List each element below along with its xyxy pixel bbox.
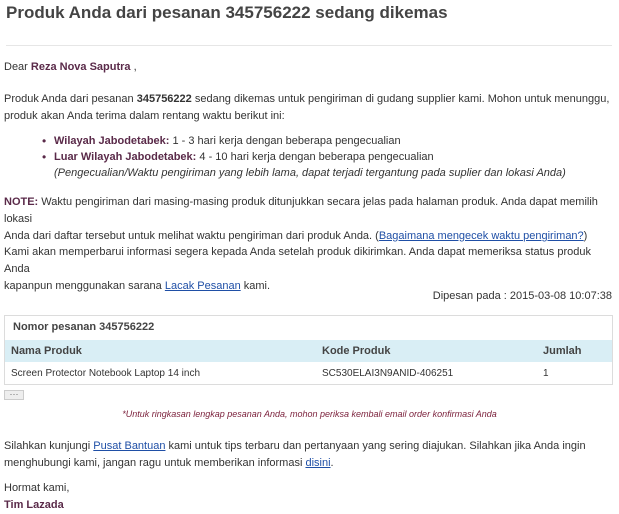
order-date: Dipesan pada : 2015-03-08 10:07:38 xyxy=(432,290,612,302)
order-number: 345756222 xyxy=(136,93,192,105)
bullet-text: 1 - 3 hari kerja dengan beberapa pengecu… xyxy=(169,135,401,147)
bullet-text: 4 - 10 hari kerja dengan beberapa pengec… xyxy=(196,151,434,163)
cell-quantity: 1 xyxy=(543,368,549,379)
update-line2-post: kami. xyxy=(240,280,271,292)
cell-product-code: SC530ELAI3N9ANID-406251 xyxy=(322,368,454,379)
list-item: • Luar Wilayah Jabodetabek: 4 - 10 hari … xyxy=(42,149,566,165)
help-line2-pre: menghubungi kami, jangan ragu untuk memb… xyxy=(4,457,306,469)
intro-paragraph: Produk Anda dari pesanan 345756222 sedan… xyxy=(4,91,609,125)
signoff-team: Tim Lazada xyxy=(4,499,64,511)
update-line1: Kami akan memperbarui informasi segera k… xyxy=(4,246,591,275)
column-header-quantity: Jumlah xyxy=(543,345,582,357)
bullet-icon: • xyxy=(42,134,47,148)
summary-note: *Untuk ringkasan lengkap pesanan Anda, m… xyxy=(122,409,497,419)
show-more-button[interactable]: ··· xyxy=(4,390,24,400)
note-label: NOTE: xyxy=(4,196,39,208)
help-line2-post: . xyxy=(330,457,334,469)
order-table-heading: Nomor pesanan 345756222 xyxy=(13,321,155,333)
update-line2-pre: kapanpun menggunakan sarana xyxy=(4,280,165,292)
bullet-note: (Pengecualian/Waktu pengiriman yang lebi… xyxy=(54,167,566,179)
bullet-label: Wilayah Jabodetabek: xyxy=(54,135,170,147)
note-line2-pre: Anda dari daftar tersebut untuk melihat … xyxy=(4,230,379,242)
delivery-time-help-link[interactable]: Bagaimana mengecek waktu pengiriman? xyxy=(379,230,584,242)
list-item: • Wilayah Jabodetabek: 1 - 3 hari kerja … xyxy=(42,133,566,149)
bullet-icon: • xyxy=(42,150,47,164)
title-divider xyxy=(6,45,612,46)
order-table: Nomor pesanan 345756222 Nama Produk Kode… xyxy=(4,315,613,385)
signoff: Hormat kami, Tim Lazada xyxy=(4,480,69,514)
greeting-suffix: , xyxy=(130,61,137,73)
track-order-link[interactable]: Lacak Pesanan xyxy=(165,280,241,292)
bullet-label: Luar Wilayah Jabodetabek: xyxy=(54,151,197,163)
intro-line2: produk akan Anda terima dalam rentang wa… xyxy=(4,110,285,122)
help-center-link[interactable]: Pusat Bantuan xyxy=(93,440,165,452)
update-paragraph: Kami akan memperbarui informasi segera k… xyxy=(4,244,619,295)
greeting-prefix: Dear xyxy=(4,61,31,73)
intro-line1-post: sedang dikemas untuk pengiriman di gudan… xyxy=(191,93,610,105)
cell-product-name: Screen Protector Notebook Laptop 14 inch xyxy=(11,368,201,379)
order-table-header: Nama Produk Kode Produk Jumlah xyxy=(5,340,612,362)
delivery-times-list: • Wilayah Jabodetabek: 1 - 3 hari kerja … xyxy=(42,133,566,181)
help-line1-post: kami untuk tips terbaru dan pertanyaan y… xyxy=(165,440,586,452)
column-header-product-name: Nama Produk xyxy=(11,345,82,357)
intro-line1-pre: Produk Anda dari pesanan xyxy=(4,93,137,105)
contact-here-link[interactable]: disini xyxy=(305,457,330,469)
note-line2-post: ) xyxy=(583,230,588,242)
help-paragraph: Silahkan kunjungi Pusat Bantuan kami unt… xyxy=(4,438,586,472)
column-header-product-code: Kode Produk xyxy=(322,345,391,357)
signoff-line1: Hormat kami, xyxy=(4,482,70,494)
help-line1-pre: Silahkan kunjungi xyxy=(4,440,94,452)
customer-name: Reza Nova Saputra xyxy=(30,61,131,73)
note-paragraph: NOTE: Waktu pengiriman dari masing-masin… xyxy=(4,194,619,245)
note-line1: Waktu pengiriman dari masing-masing prod… xyxy=(4,196,598,225)
greeting: Dear Reza Nova Saputra , xyxy=(4,59,137,76)
email-title: Produk Anda dari pesanan 345756222 sedan… xyxy=(6,3,448,22)
